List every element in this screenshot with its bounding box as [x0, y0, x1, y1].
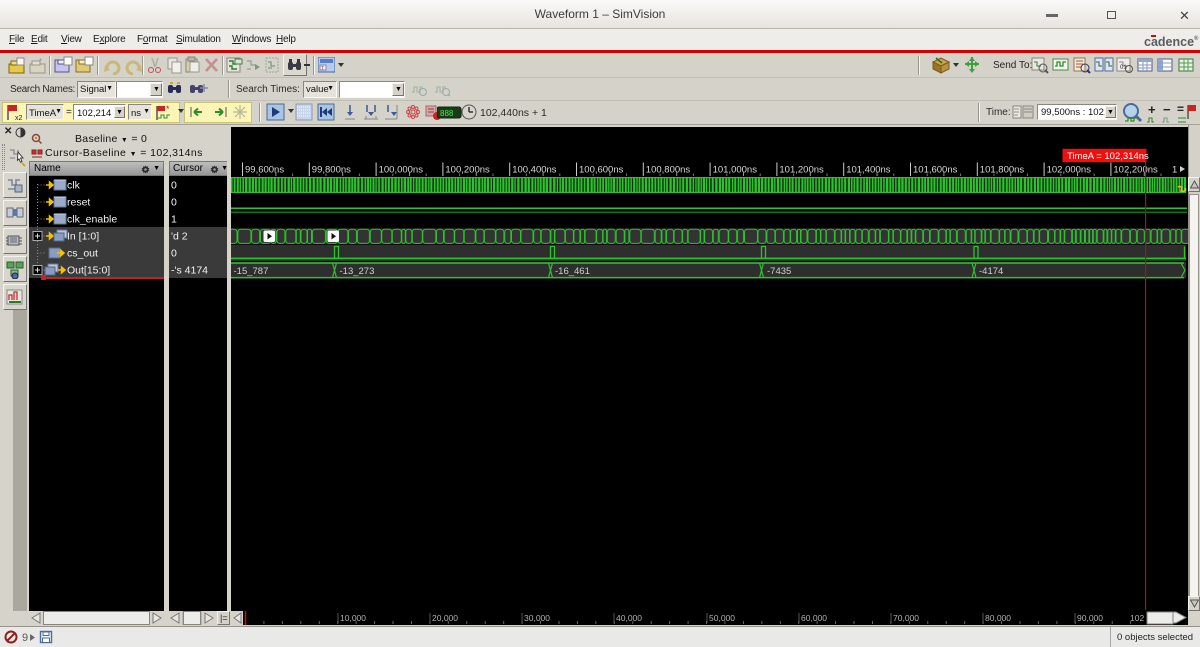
- svg-text:1: 1: [171, 214, 177, 226]
- svg-text:cs_out: cs_out: [67, 248, 98, 260]
- svg-text:80,000: 80,000: [985, 613, 1011, 623]
- svg-text:reset: reset: [67, 197, 90, 209]
- svg-text:30,000: 30,000: [524, 613, 550, 623]
- svg-text:-15_787: -15_787: [234, 266, 269, 277]
- svg-text:'d 2: 'd 2: [171, 231, 188, 243]
- svg-text:90,000: 90,000: [1077, 613, 1103, 623]
- svg-text:100,600ns: 100,600ns: [579, 165, 624, 176]
- svg-text:50,000: 50,000: [709, 613, 735, 623]
- svg-text:0: 0: [171, 180, 177, 192]
- svg-text:100,200ns: 100,200ns: [445, 165, 490, 176]
- svg-text:20,000: 20,000: [432, 613, 458, 623]
- svg-text:-'s 4174: -'s 4174: [171, 265, 208, 277]
- svg-text:-16_461: -16_461: [555, 266, 590, 277]
- svg-text:102: 102: [1130, 613, 1144, 623]
- svg-text:100,800ns: 100,800ns: [646, 165, 691, 176]
- svg-text:101,200ns: 101,200ns: [779, 165, 824, 176]
- svg-text:1: 1: [1172, 165, 1177, 176]
- svg-text:*: *: [39, 57, 42, 66]
- svg-text:10,000: 10,000: [340, 613, 366, 623]
- svg-text:102,200ns: 102,200ns: [1113, 165, 1158, 176]
- svg-text:TimeA = 102,314ns: TimeA = 102,314ns: [1067, 151, 1149, 162]
- svg-text:x2: x2: [15, 115, 23, 122]
- svg-text:01: 01: [1120, 65, 1127, 71]
- svg-text:102,000ns: 102,000ns: [1047, 165, 1092, 176]
- svg-text:70,000: 70,000: [893, 613, 919, 623]
- svg-text:99,600ns: 99,600ns: [245, 165, 284, 176]
- svg-text:*: *: [166, 104, 170, 114]
- svg-text:T: T: [321, 66, 324, 72]
- svg-text:60,000: 60,000: [801, 613, 827, 623]
- svg-text:40,000: 40,000: [616, 613, 642, 623]
- svg-text:9: 9: [22, 632, 28, 644]
- svg-text:0: 0: [171, 197, 177, 209]
- svg-text:100,000ns: 100,000ns: [379, 165, 424, 176]
- svg-text:101,000ns: 101,000ns: [713, 165, 758, 176]
- svg-text:-13_273: -13_273: [340, 266, 375, 277]
- svg-text:888: 888: [440, 109, 454, 118]
- svg-text:-7435: -7435: [767, 266, 791, 277]
- svg-text:99,800ns: 99,800ns: [312, 165, 351, 176]
- svg-text:101,800ns: 101,800ns: [980, 165, 1025, 176]
- svg-text:0: 0: [171, 248, 177, 260]
- svg-text:101,400ns: 101,400ns: [846, 165, 891, 176]
- svg-text:Out[15:0]: Out[15:0]: [67, 265, 110, 277]
- svg-text:In [1:0]: In [1:0]: [67, 231, 99, 243]
- svg-text:-4174: -4174: [979, 266, 1003, 277]
- svg-text:clk: clk: [67, 180, 81, 192]
- svg-text:100,400ns: 100,400ns: [512, 165, 557, 176]
- svg-text:clk_enable: clk_enable: [67, 214, 117, 226]
- svg-text:101,600ns: 101,600ns: [913, 165, 958, 176]
